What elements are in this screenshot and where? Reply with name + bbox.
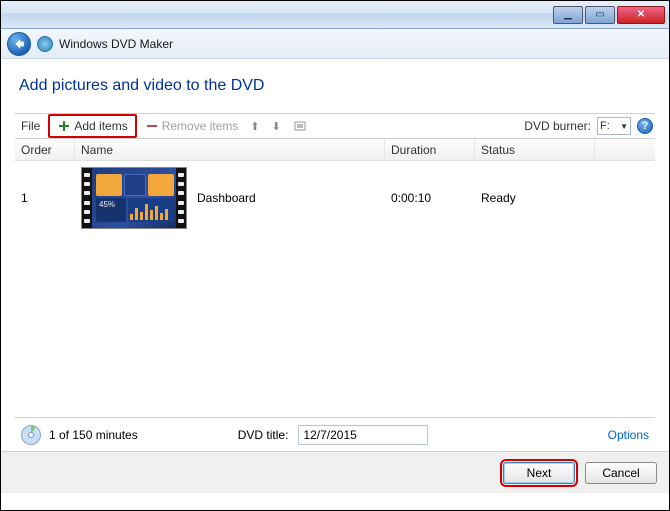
list-body: 1 Dashboard 0:00:10 Ready xyxy=(15,161,655,417)
help-icon: ? xyxy=(642,120,649,132)
nav-bar: Windows DVD Maker xyxy=(1,29,669,59)
footer: Next Cancel xyxy=(1,451,669,493)
cell-name: Dashboard xyxy=(75,167,385,229)
minus-icon xyxy=(145,119,159,133)
cell-status: Ready xyxy=(475,191,595,205)
back-button[interactable] xyxy=(7,32,31,56)
add-items-button[interactable]: Add items xyxy=(53,117,131,135)
filmstrip-icon xyxy=(293,119,307,133)
dvd-title-label: DVD title: xyxy=(238,428,289,442)
toolbar: File Add items Remove items ⬆ ⬇ xyxy=(15,113,655,139)
file-menu[interactable]: File xyxy=(17,117,44,135)
add-items-highlight: Add items xyxy=(48,114,136,138)
back-arrow-icon xyxy=(13,38,25,50)
cell-order: 1 xyxy=(15,191,75,205)
add-items-label: Add items xyxy=(74,119,127,133)
remove-items-label: Remove items xyxy=(162,119,239,133)
file-menu-label: File xyxy=(21,119,40,133)
chevron-down-icon: ▼ xyxy=(620,122,628,131)
list-header: Order Name Duration Status xyxy=(15,139,655,161)
list-item[interactable]: 1 Dashboard 0:00:10 Ready xyxy=(15,161,655,235)
next-button[interactable]: Next xyxy=(503,462,575,484)
options-link[interactable]: Options xyxy=(608,428,649,442)
col-header-status[interactable]: Status xyxy=(475,139,595,160)
window-minimize-button[interactable] xyxy=(553,6,583,24)
item-name: Dashboard xyxy=(197,191,256,205)
help-button[interactable]: ? xyxy=(637,118,653,134)
disc-usage-icon xyxy=(21,425,41,445)
toolbar-right: DVD burner: F: ▼ ? xyxy=(524,117,653,135)
page-heading: Add pictures and video to the DVD xyxy=(15,69,655,113)
status-area: 1 of 150 minutes DVD title: Options xyxy=(15,417,655,451)
col-header-name[interactable]: Name xyxy=(75,139,385,160)
move-up-button: ⬆ xyxy=(246,118,263,135)
col-header-order[interactable]: Order xyxy=(15,139,75,160)
cancel-button-label: Cancel xyxy=(602,466,639,480)
content-area: Add pictures and video to the DVD File A… xyxy=(1,59,669,451)
clip-button xyxy=(289,117,311,135)
next-button-label: Next xyxy=(527,466,552,480)
col-header-duration[interactable]: Duration xyxy=(385,139,475,160)
app-icon xyxy=(37,36,53,52)
next-button-highlight: Next xyxy=(503,462,575,484)
col-header-spacer xyxy=(595,139,655,160)
burner-label: DVD burner: xyxy=(524,119,591,133)
move-down-button: ⬇ xyxy=(268,118,285,135)
video-thumbnail xyxy=(81,167,187,229)
plus-icon xyxy=(57,119,71,133)
arrow-down-icon: ⬇ xyxy=(272,120,281,133)
window-titlebar xyxy=(1,1,669,29)
window-maximize-button[interactable] xyxy=(585,6,615,24)
remove-items-button: Remove items xyxy=(141,117,243,135)
dvd-title-input[interactable] xyxy=(298,425,428,445)
minutes-text: 1 of 150 minutes xyxy=(49,428,138,442)
app-title: Windows DVD Maker xyxy=(59,37,173,51)
cell-duration: 0:00:10 xyxy=(385,191,475,205)
burner-select[interactable]: F: ▼ xyxy=(597,117,631,135)
cancel-button[interactable]: Cancel xyxy=(585,462,657,484)
window-close-button[interactable] xyxy=(617,6,665,24)
burner-value: F: xyxy=(600,120,610,132)
arrow-up-icon: ⬆ xyxy=(250,120,259,133)
